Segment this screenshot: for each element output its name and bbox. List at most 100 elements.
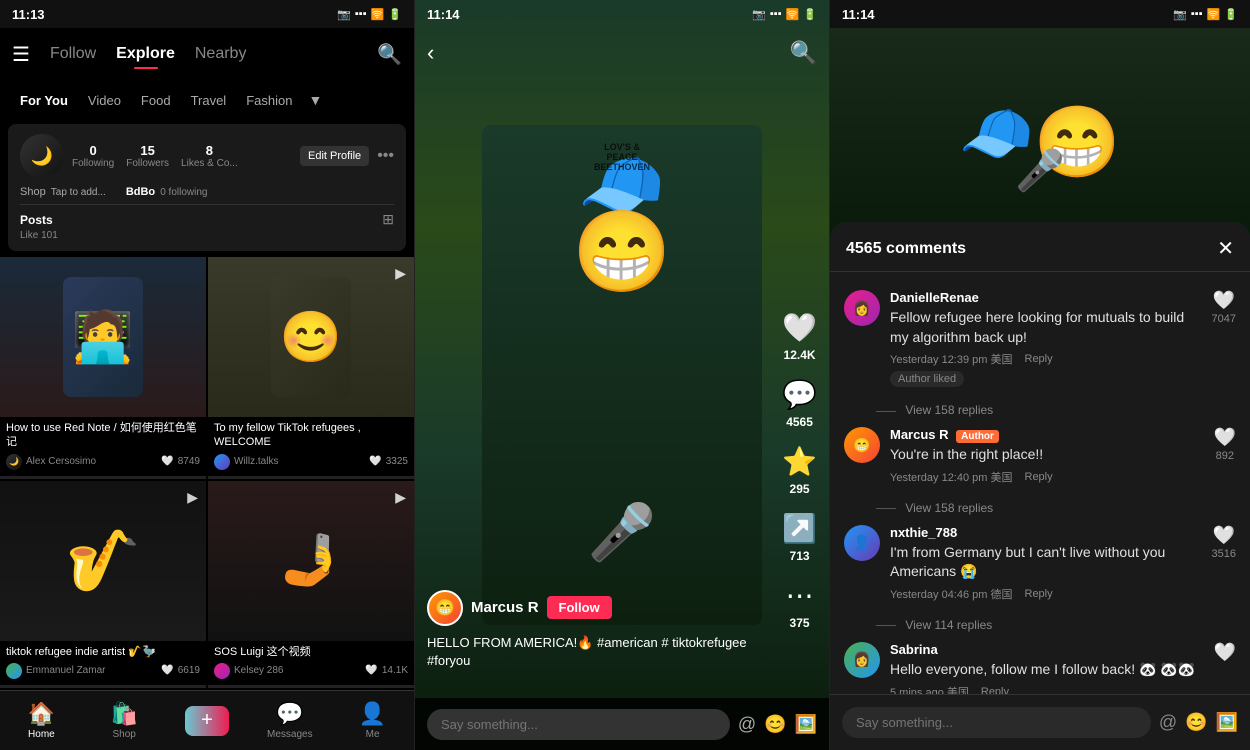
comment-avatar-4[interactable]: 👩 bbox=[844, 642, 880, 678]
comment-heart-icon-2[interactable]: 🤍 bbox=[1214, 427, 1236, 448]
comment-reply-2[interactable]: Reply bbox=[1025, 471, 1053, 483]
panel-video-player: 11:14 📷 ▪▪▪ 🛜 🔋 ‹ 🔍 🧢 😁 🎤 LOV'S & PEACEB… bbox=[415, 0, 830, 750]
profile-section: 🌙 0 Following 15 Followers 8 Likes & Co.… bbox=[8, 124, 406, 251]
nav-home[interactable]: 🏠 Home bbox=[0, 701, 83, 740]
share-action[interactable]: ↗️ 713 bbox=[782, 512, 817, 563]
comment-like-count-2: 892 bbox=[1216, 450, 1234, 462]
like-action[interactable]: 🤍 12.4K bbox=[782, 311, 817, 362]
video-title-1: How to use Red Note / 如何使用红色笔记 bbox=[6, 421, 200, 450]
search-button-video[interactable]: 🔍 bbox=[790, 40, 817, 66]
more-action[interactable]: ⋯ 375 bbox=[786, 579, 814, 630]
comment-heart-icon-3[interactable]: 🤍 bbox=[1213, 525, 1235, 546]
nav-shop[interactable]: 🛍️ Shop bbox=[83, 701, 166, 740]
tab-follow[interactable]: Follow bbox=[42, 37, 104, 71]
cat-fashion[interactable]: Fashion bbox=[238, 89, 300, 112]
profile-more-icon[interactable]: ••• bbox=[377, 147, 394, 165]
comment-input-video[interactable] bbox=[427, 709, 730, 740]
video-title-3: tiktok refugee indie artist 🎷🦤 bbox=[6, 645, 200, 659]
profile-avatar[interactable]: 🌙 bbox=[20, 134, 64, 178]
signal-icon-2: ▪▪▪ bbox=[770, 8, 782, 20]
image-icon-panel[interactable]: 🖼️ bbox=[1216, 712, 1238, 733]
creator-avatar[interactable]: 😁 bbox=[427, 590, 463, 626]
hamburger-icon[interactable]: ☰ bbox=[12, 42, 30, 67]
video-card-1[interactable]: 🧑‍💻 How to use Red Note / 如何使用红色笔记 🌙 Ale… bbox=[0, 257, 206, 479]
home-icon: 🏠 bbox=[28, 701, 55, 727]
comment-reply-1[interactable]: Reply bbox=[1025, 353, 1053, 365]
following-count: 0 bbox=[72, 143, 114, 158]
shop-nav-label: Shop bbox=[113, 729, 136, 740]
like-count: Like 101 bbox=[20, 230, 394, 241]
caption-text: HELLO FROM AMERICA!🔥 #american # tiktokr… bbox=[427, 635, 747, 668]
video-card-2[interactable]: 😊 ▶ To my fellow TikTok refugees , WELCO… bbox=[208, 257, 414, 479]
emoji-icon-panel[interactable]: 😊 bbox=[1185, 712, 1207, 733]
panel-explore: 11:13 📷 ▪▪▪ 🛜 🔋 ☰ Follow Explore Nearby … bbox=[0, 0, 415, 750]
image-icon-video[interactable]: 🖼️ bbox=[795, 714, 817, 735]
comment-action[interactable]: 💬 4565 bbox=[782, 378, 817, 429]
comment-avatar-3[interactable]: 👤 bbox=[844, 525, 880, 561]
bookmark-action[interactable]: ⭐ 295 bbox=[782, 445, 817, 496]
comments-header: 4565 comments ✕ bbox=[830, 222, 1250, 272]
close-comments-button[interactable]: ✕ bbox=[1217, 236, 1234, 261]
comment-content-4: Sabrina Hello everyone, follow me I foll… bbox=[890, 642, 1204, 694]
view-replies-2[interactable]: View 158 replies bbox=[830, 501, 1250, 515]
video-thumb-2: 😊 ▶ bbox=[208, 257, 414, 417]
videos-grid: 🧑‍💻 How to use Red Note / 如何使用红色笔记 🌙 Ale… bbox=[0, 257, 414, 688]
hat-text: LOV'S & PEACEBEETHOVEN bbox=[592, 143, 652, 173]
me-icon: 👤 bbox=[359, 701, 386, 727]
person-icon-2: 😊 bbox=[280, 308, 342, 367]
follow-button-video[interactable]: Follow bbox=[547, 596, 612, 619]
status-icons-1: 📷 ▪▪▪ 🛜 🔋 bbox=[337, 8, 402, 21]
username-3: Emmanuel Zamar bbox=[26, 665, 157, 676]
nav-messages[interactable]: 💬 Messages bbox=[248, 701, 331, 740]
username-4: Kelsey 286 bbox=[234, 665, 361, 676]
share-action-count: 713 bbox=[790, 549, 810, 563]
at-icon-video[interactable]: @ bbox=[738, 714, 756, 735]
shop-link[interactable]: Shop Tap to add... bbox=[20, 186, 106, 198]
add-button[interactable]: + bbox=[185, 706, 229, 736]
camera-icon-2: 📷 bbox=[752, 8, 766, 21]
comment-avatar-2[interactable]: 😁 bbox=[844, 427, 880, 463]
tab-nearby[interactable]: Nearby bbox=[187, 37, 255, 71]
comment-avatar-1[interactable]: 👩 bbox=[844, 290, 880, 326]
video-card-4[interactable]: 🤳 ▶ SOS Luigi 这个视频 Kelsey 286 🤍 14.1K bbox=[208, 481, 414, 688]
view-replies-3[interactable]: View 114 replies bbox=[830, 618, 1250, 632]
battery-icon-3: 🔋 bbox=[1224, 8, 1238, 21]
like-count-3: 6619 bbox=[178, 665, 200, 676]
comment-item-2: 😁 Marcus R Author You're in the right pl… bbox=[830, 417, 1250, 495]
comment-item-4: 👩 Sabrina Hello everyone, follow me I fo… bbox=[830, 632, 1250, 694]
back-button[interactable]: ‹ bbox=[427, 40, 434, 66]
category-more-icon[interactable]: ▼ bbox=[308, 92, 322, 108]
video-card-3[interactable]: 🎷 ▶ tiktok refugee indie artist 🎷🦤 Emman… bbox=[0, 481, 206, 688]
messages-label: Messages bbox=[267, 729, 313, 740]
at-icon-panel[interactable]: @ bbox=[1159, 712, 1177, 733]
comment-heart-icon-4[interactable]: 🤍 bbox=[1214, 642, 1236, 663]
likes-count: 8 bbox=[181, 143, 238, 158]
view-replies-text-2: View 158 replies bbox=[905, 501, 993, 515]
cat-for-you[interactable]: For You bbox=[12, 89, 76, 112]
emoji-icon-video[interactable]: 😊 bbox=[764, 714, 786, 735]
stat-followers: 15 Followers bbox=[126, 143, 169, 169]
user-avatar-2 bbox=[214, 454, 230, 470]
view-replies-1[interactable]: View 158 replies bbox=[830, 403, 1250, 417]
user-avatar-3 bbox=[6, 663, 22, 679]
view-replies-text-1: View 158 replies bbox=[905, 403, 993, 417]
camera-icon-3: 📷 bbox=[1173, 8, 1187, 21]
nav-add[interactable]: + bbox=[166, 706, 249, 736]
cat-travel[interactable]: Travel bbox=[183, 89, 235, 112]
comment-reply-4[interactable]: Reply bbox=[981, 686, 1009, 694]
posts-icon[interactable]: ⊞ bbox=[382, 211, 394, 228]
tab-explore[interactable]: Explore bbox=[108, 37, 183, 71]
profile-stats: 0 Following 15 Followers 8 Likes & Co... bbox=[72, 143, 292, 169]
subject-figure: 🧢 😁 🎤 LOV'S & PEACEBEETHOVEN bbox=[482, 125, 762, 625]
search-icon-btn[interactable]: 🔍 bbox=[377, 42, 402, 67]
edit-profile-button[interactable]: Edit Profile bbox=[300, 146, 369, 166]
comment-reply-3[interactable]: Reply bbox=[1025, 588, 1053, 600]
posts-label: Posts bbox=[20, 213, 53, 227]
cat-video[interactable]: Video bbox=[80, 89, 129, 112]
comment-input-panel[interactable] bbox=[842, 707, 1151, 738]
comment-heart-icon-1[interactable]: 🤍 bbox=[1213, 290, 1235, 311]
nav-me[interactable]: 👤 Me bbox=[331, 701, 414, 740]
comment-content-3: nxthie_788 I'm from Germany but I can't … bbox=[890, 525, 1202, 602]
cat-food[interactable]: Food bbox=[133, 89, 179, 112]
status-bar-3: 11:14 📷 ▪▪▪ 🛜 🔋 bbox=[830, 0, 1250, 28]
